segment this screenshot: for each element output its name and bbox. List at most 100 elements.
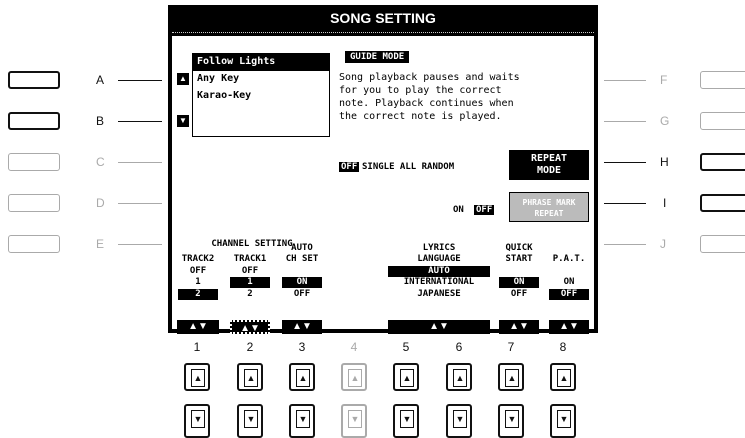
down-button-7[interactable]: ▼ xyxy=(498,404,524,438)
quick-start-value-on: ON xyxy=(499,277,539,288)
down-button-4[interactable]: ▼ xyxy=(341,404,367,438)
arrow-bar-8: ▲▼ xyxy=(549,320,589,334)
side-button-a[interactable] xyxy=(8,71,60,89)
list-up-icon: ▲ xyxy=(177,73,189,85)
side-label-h: H xyxy=(660,155,669,169)
side-line-i xyxy=(604,203,646,204)
up-button-3[interactable]: ▲ xyxy=(289,363,315,391)
side-line-c xyxy=(118,162,162,163)
down-button-2[interactable]: ▼ xyxy=(237,404,263,438)
side-line-b xyxy=(118,121,162,122)
up-button-1[interactable]: ▲ xyxy=(184,363,210,391)
guide-mode-tag: GUIDE MODE xyxy=(345,51,410,63)
side-button-c[interactable] xyxy=(8,153,60,171)
down-arrow-icon: ▼ xyxy=(348,410,362,428)
down-button-6[interactable]: ▼ xyxy=(446,404,472,438)
page-title: SONG SETTING xyxy=(330,10,436,26)
track2-value-1: 1 xyxy=(195,277,201,287)
side-line-e xyxy=(118,244,162,245)
up-arrow-icon: ▲ xyxy=(453,369,467,387)
quick-start-value-off: OFF xyxy=(510,289,528,299)
number-label-5: 5 xyxy=(402,340,410,354)
list-down-icon: ▼ xyxy=(177,115,189,127)
track1-value-1: 1 xyxy=(230,277,270,288)
up-button-5[interactable]: ▲ xyxy=(393,363,419,391)
side-button-b[interactable] xyxy=(8,112,60,130)
down-button-3[interactable]: ▼ xyxy=(289,404,315,438)
number-label-8: 8 xyxy=(559,340,567,354)
repeat-mode-button[interactable]: REPEAT MODE xyxy=(509,150,589,180)
track2-value-off: OFF xyxy=(189,266,207,276)
down-arrow-icon: ▼ xyxy=(296,410,310,428)
repeat-off-option[interactable]: OFF xyxy=(339,162,360,172)
side-label-b: B xyxy=(96,114,105,128)
number-label-7: 7 xyxy=(507,340,515,354)
side-button-e[interactable] xyxy=(8,235,60,253)
side-label-a: A xyxy=(96,73,105,87)
up-button-6[interactable]: ▲ xyxy=(446,363,472,391)
side-label-j: J xyxy=(660,237,666,251)
up-arrow-icon: ▲ xyxy=(505,369,519,387)
guide-mode-item-karao-key[interactable]: Karao-Key xyxy=(197,90,251,101)
phrase-on-option[interactable]: ON xyxy=(453,205,464,215)
guide-mode-list: Follow Lights Any Key Karao-Key xyxy=(192,53,330,137)
down-button-5[interactable]: ▼ xyxy=(393,404,419,438)
quick-start-label-line1: QUICK xyxy=(505,243,533,253)
side-line-j xyxy=(604,244,646,245)
lyrics-value-international: INTERNATIONAL xyxy=(403,277,475,287)
number-label-3: 3 xyxy=(298,340,306,354)
side-line-h xyxy=(604,162,646,163)
side-button-i[interactable] xyxy=(700,194,745,212)
up-arrow-icon: ▲ xyxy=(348,369,362,387)
lyrics-label-line1: LYRICS xyxy=(422,243,456,253)
up-arrow-icon: ▲ xyxy=(557,369,571,387)
track1-label: TRACK1 xyxy=(233,254,267,264)
down-button-1[interactable]: ▼ xyxy=(184,404,210,438)
side-line-a xyxy=(118,80,162,81)
side-label-f: F xyxy=(660,73,668,87)
side-button-j[interactable] xyxy=(700,235,745,253)
up-button-4[interactable]: ▲ xyxy=(341,363,367,391)
down-arrow-icon: ▼ xyxy=(400,410,414,428)
side-button-f[interactable] xyxy=(700,71,745,89)
number-label-4: 4 xyxy=(350,340,358,354)
pat-value-on: ON xyxy=(563,277,575,287)
up-arrow-icon: ▲ xyxy=(296,369,310,387)
arrow-bar-7: ▲▼ xyxy=(499,320,539,334)
arrow-bar-3: ▲▼ xyxy=(282,320,322,334)
down-arrow-icon: ▼ xyxy=(191,410,205,428)
down-button-8[interactable]: ▼ xyxy=(550,404,576,438)
quick-start-label-line2: START xyxy=(505,254,533,264)
phrase-mark-repeat-button[interactable]: PHRASE MARK REPEAT xyxy=(509,192,589,222)
side-line-f xyxy=(604,80,646,81)
guide-mode-item-follow-lights[interactable]: Follow Lights xyxy=(197,56,275,67)
repeat-options-label: SINGLE ALL RANDOM xyxy=(362,162,455,172)
track2-value-2: 2 xyxy=(178,289,218,300)
up-button-8[interactable]: ▲ xyxy=(550,363,576,391)
up-button-7[interactable]: ▲ xyxy=(498,363,524,391)
up-button-2[interactable]: ▲ xyxy=(237,363,263,391)
side-label-c: C xyxy=(96,155,105,169)
side-button-g[interactable] xyxy=(700,112,745,130)
arrow-bar-2: ▲▼ xyxy=(230,320,270,334)
number-label-2: 2 xyxy=(246,340,254,354)
down-arrow-icon: ▼ xyxy=(453,410,467,428)
auto-ch-label-line2: CH SET xyxy=(285,254,319,264)
side-button-h[interactable] xyxy=(700,153,745,171)
title-divider xyxy=(172,32,594,35)
pat-value-off: OFF xyxy=(549,289,589,300)
phrase-off-option[interactable]: OFF xyxy=(474,205,495,215)
down-arrow-icon: ▼ xyxy=(244,410,258,428)
up-arrow-icon: ▲ xyxy=(244,369,258,387)
pat-label: P.A.T. xyxy=(552,254,586,264)
side-label-g: G xyxy=(660,114,670,128)
phrase-mark-line1: PHRASE MARK xyxy=(522,198,576,207)
guide-mode-item-any-key[interactable]: Any Key xyxy=(197,73,239,84)
guide-mode-description: Song playback pauses and waits for you t… xyxy=(339,72,520,122)
lcd-screen: SONG SETTING ▲ ▼ Follow Lights Any Key K… xyxy=(168,5,598,334)
auto-ch-value-off: OFF xyxy=(293,289,311,299)
auto-ch-value-on: ON xyxy=(282,277,322,288)
side-button-d[interactable] xyxy=(8,194,60,212)
track1-value-off: OFF xyxy=(241,266,259,276)
side-line-g xyxy=(604,121,646,122)
